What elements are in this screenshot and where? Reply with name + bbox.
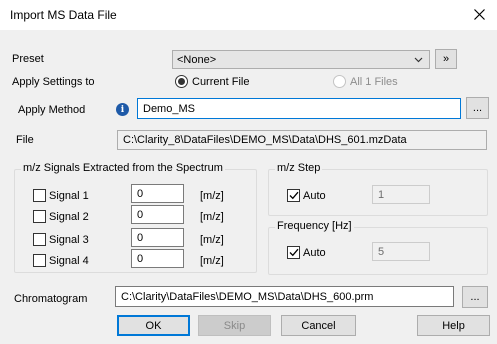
signal-1-checkbox[interactable]: Signal 1 bbox=[33, 189, 89, 202]
apply-method-input[interactable]: Demo_MS bbox=[137, 98, 461, 119]
help-button[interactable]: Help bbox=[417, 315, 490, 336]
window-title: Import MS Data File bbox=[10, 8, 117, 22]
ok-button[interactable]: OK bbox=[117, 315, 190, 336]
preset-select[interactable]: <None> bbox=[172, 50, 430, 69]
signal-1-input[interactable]: 0 bbox=[131, 184, 184, 203]
chromatogram-label: Chromatogram bbox=[14, 293, 88, 305]
mz-step-title: m/z Step bbox=[275, 162, 323, 174]
import-ms-data-dialog: Import MS Data File Preset <None> » Appl… bbox=[0, 0, 497, 344]
signal-2-input[interactable]: 0 bbox=[131, 205, 184, 224]
info-icon[interactable]: i bbox=[116, 103, 129, 116]
frequency-auto-checkbox[interactable]: Auto bbox=[287, 246, 326, 259]
mz-step-auto-checkbox[interactable]: Auto bbox=[287, 189, 326, 202]
title-bar: Import MS Data File bbox=[0, 0, 497, 30]
signal-4-input[interactable]: 0 bbox=[131, 249, 184, 268]
preset-value: <None> bbox=[177, 53, 217, 66]
checkmark-icon bbox=[289, 191, 298, 200]
chromatogram-input[interactable]: C:\Clarity\DataFiles\DEMO_MS\Data\DHS_60… bbox=[115, 286, 454, 307]
frequency-title: Frequency [Hz] bbox=[275, 220, 354, 232]
current-file-radio[interactable]: Current File bbox=[175, 75, 249, 88]
signal-2-checkbox[interactable]: Signal 2 bbox=[33, 210, 89, 223]
checkmark-icon bbox=[289, 248, 298, 257]
preset-more-button[interactable]: » bbox=[435, 49, 457, 69]
file-label: File bbox=[16, 134, 34, 146]
file-path-field: C:\Clarity_8\DataFiles\DEMO_MS\Data\DHS_… bbox=[117, 130, 487, 150]
chevron-down-icon bbox=[414, 57, 423, 63]
apply-method-label: Apply Method bbox=[18, 104, 86, 116]
signal-3-checkbox[interactable]: Signal 3 bbox=[33, 233, 89, 246]
apply-method-browse-button[interactable]: ... bbox=[466, 97, 489, 119]
close-icon[interactable] bbox=[469, 4, 489, 24]
mz-step-input[interactable]: 1 bbox=[372, 185, 430, 204]
signals-group-title: m/z Signals Extracted from the Spectrum bbox=[21, 162, 225, 174]
skip-button[interactable]: Skip bbox=[198, 315, 271, 336]
dialog-content: Preset <None> » Apply Settings to Curren… bbox=[0, 30, 497, 344]
signal-2-unit: [m/z] bbox=[200, 211, 224, 223]
cancel-button[interactable]: Cancel bbox=[281, 315, 356, 336]
preset-label: Preset bbox=[12, 53, 44, 65]
signal-4-checkbox[interactable]: Signal 4 bbox=[33, 254, 89, 267]
frequency-input[interactable]: 5 bbox=[372, 242, 430, 261]
all-files-radio[interactable]: All 1 Files bbox=[333, 75, 398, 88]
signal-1-unit: [m/z] bbox=[200, 190, 224, 202]
signal-3-input[interactable]: 0 bbox=[131, 228, 184, 247]
apply-settings-label: Apply Settings to bbox=[12, 76, 95, 88]
signal-4-unit: [m/z] bbox=[200, 255, 224, 267]
chromatogram-browse-button[interactable]: ... bbox=[462, 286, 488, 308]
signal-3-unit: [m/z] bbox=[200, 234, 224, 246]
